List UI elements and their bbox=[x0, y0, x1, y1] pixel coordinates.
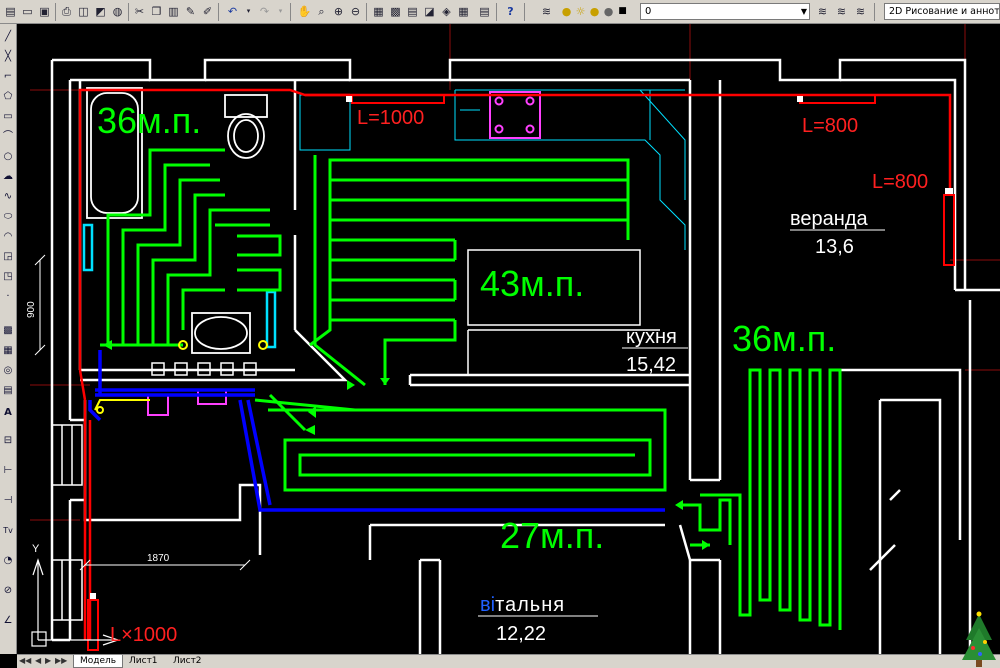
zoom-previous-icon[interactable]: ⊖ bbox=[347, 3, 364, 20]
zoom-realtime-icon[interactable]: ⌕ bbox=[313, 3, 330, 20]
layer-dropdown[interactable]: 0 ▼ bbox=[640, 3, 810, 20]
dimension-1870: 1870 bbox=[147, 553, 170, 564]
tab-first-icon[interactable]: ◀◀ bbox=[19, 655, 31, 667]
design-center-icon[interactable]: ▩ bbox=[387, 3, 404, 20]
region-tool-icon[interactable]: ◎ bbox=[1, 364, 15, 378]
calculator-icon[interactable]: ▤ bbox=[476, 3, 493, 20]
chevron-down-icon: ▼ bbox=[800, 7, 807, 16]
help-icon[interactable]: ? bbox=[502, 3, 519, 20]
block-editor-icon[interactable]: ✐ bbox=[199, 3, 216, 20]
radiator-label-veranda-top: L=800 bbox=[802, 115, 858, 137]
radiator-label-hall: L×1000 bbox=[110, 624, 177, 646]
match-properties-icon[interactable]: ✎ bbox=[182, 3, 199, 20]
print-preview-icon[interactable]: ◫ bbox=[75, 3, 92, 20]
rectangle-tool-icon[interactable]: ▭ bbox=[1, 110, 15, 124]
tab-next-icon[interactable]: ▶ bbox=[45, 655, 51, 667]
draw-toolbar: ╱ ╳ ⌐ ⬠ ▭ ⌒ ○ ☁ ∿ ⬭ ◠ ◲ ◳ · ▩ ▦ ◎ ▤ A ⊟ … bbox=[0, 24, 17, 654]
undo-dropdown-icon[interactable]: ▾ bbox=[240, 3, 257, 20]
cut-icon[interactable]: ✂ bbox=[131, 3, 148, 20]
xline-tool-icon[interactable]: ╳ bbox=[1, 50, 15, 64]
print-icon[interactable]: ⎙ bbox=[58, 3, 75, 20]
tab-sheet2[interactable]: Лист2 bbox=[167, 655, 208, 667]
arc-tool-icon[interactable]: ⌒ bbox=[1, 130, 15, 144]
room-name-living-rest: тальня bbox=[495, 594, 565, 616]
copy-icon[interactable]: ❐ bbox=[148, 3, 165, 20]
layer-dropdown-value: 0 bbox=[645, 6, 652, 17]
polyline-tool-icon[interactable]: ⌐ bbox=[1, 70, 15, 84]
redo-icon[interactable]: ↷ bbox=[256, 3, 273, 20]
3d-publish-icon[interactable]: ◍ bbox=[109, 3, 126, 20]
quickcalc-icon[interactable]: ▦ bbox=[455, 3, 472, 20]
mtext-tool-icon[interactable]: A bbox=[1, 406, 15, 420]
new-file-icon[interactable]: ▤ bbox=[2, 3, 19, 20]
gradient-tool-icon[interactable]: ▦ bbox=[1, 344, 15, 358]
line-tool-icon[interactable]: ╱ bbox=[1, 30, 15, 44]
zoom-window-icon[interactable]: ⊕ bbox=[330, 3, 347, 20]
redo-dropdown-icon[interactable]: ▾ bbox=[272, 3, 289, 20]
publish-icon[interactable]: ◩ bbox=[92, 3, 109, 20]
table-tool-icon[interactable]: ▤ bbox=[1, 384, 15, 398]
workspace-dropdown[interactable]: 2D Рисование и аннотации bbox=[884, 3, 1000, 20]
paste-icon[interactable]: ▥ bbox=[165, 3, 182, 20]
layer-manager-icon[interactable]: ≋ bbox=[538, 3, 555, 20]
workspace-value: 2D Рисование и аннотации bbox=[889, 6, 1000, 17]
text-style-icon[interactable]: Tv bbox=[1, 524, 15, 538]
make-block-icon[interactable]: ◳ bbox=[1, 270, 15, 284]
tab-prev-icon[interactable]: ◀ bbox=[35, 655, 41, 667]
insert-block-icon[interactable]: ◲ bbox=[1, 250, 15, 264]
dim-diameter-icon[interactable]: ⊘ bbox=[1, 584, 15, 598]
room-name-veranda: веранда bbox=[790, 208, 868, 230]
loop-label-corridor: 27м.п. bbox=[500, 515, 604, 556]
layer-previous-icon[interactable]: ≋ bbox=[833, 3, 850, 20]
layer-color-icon: ■ bbox=[618, 6, 627, 16]
undo-icon[interactable]: ↶ bbox=[224, 3, 241, 20]
spline-tool-icon[interactable]: ∿ bbox=[1, 190, 15, 204]
loop-label-kitchen: 43м.п. bbox=[480, 263, 584, 304]
standard-toolbar: ▤ ▭ ▣ ⎙ ◫ ◩ ◍ ✂ ❐ ▥ ✎ ✐ ↶ ▾ ↷ ▾ ✋ ⌕ ⊕ ⊖ … bbox=[0, 0, 1000, 24]
room-name-kitchen: кухня bbox=[626, 326, 677, 348]
radiator-label-kitchen: L=1000 bbox=[357, 107, 424, 129]
tab-model[interactable]: Модель bbox=[73, 655, 124, 668]
markup-icon[interactable]: ◈ bbox=[438, 3, 455, 20]
room-area-living: 12,22 bbox=[496, 623, 546, 645]
ellipse-tool-icon[interactable]: ⬭ bbox=[1, 210, 15, 224]
revcloud-tool-icon[interactable]: ☁ bbox=[1, 170, 15, 184]
open-file-icon[interactable]: ▭ bbox=[19, 3, 36, 20]
room-name-living-prefix: ві bbox=[480, 594, 495, 616]
properties-icon[interactable]: ▦ bbox=[370, 3, 387, 20]
save-icon[interactable]: ▣ bbox=[36, 3, 53, 20]
loop-label-veranda: 36м.п. bbox=[732, 318, 836, 359]
room-area-kitchen: 15,42 bbox=[626, 354, 676, 376]
layer-states-icon[interactable]: ≋ bbox=[852, 3, 869, 20]
dim-aligned-icon[interactable]: ⊣ bbox=[1, 494, 15, 508]
ellipse-arc-tool-icon[interactable]: ◠ bbox=[1, 230, 15, 244]
dim-radius-icon[interactable]: ◔ bbox=[1, 554, 15, 568]
radiator-label-veranda-side: L=800 bbox=[872, 171, 928, 193]
dim-angular-icon[interactable]: ∠ bbox=[1, 614, 15, 628]
tab-last-icon[interactable]: ▶▶ bbox=[55, 655, 67, 667]
sheet-set-icon[interactable]: ◪ bbox=[421, 3, 438, 20]
tab-sheet1[interactable]: Лист1 bbox=[123, 655, 164, 667]
polygon-tool-icon[interactable]: ⬠ bbox=[1, 90, 15, 104]
tree-icon bbox=[962, 611, 996, 667]
dim-tool-icon[interactable]: ⊟ bbox=[1, 434, 15, 448]
tool-palettes-icon[interactable]: ▤ bbox=[404, 3, 421, 20]
hatch-tool-icon[interactable]: ▩ bbox=[1, 324, 15, 338]
layout-tabs: ◀◀ ◀ ▶ ▶▶ Модель Лист1 Лист2 bbox=[17, 654, 1000, 668]
dim-linear-icon[interactable]: ⊢ bbox=[1, 464, 15, 478]
make-object-layer-current-icon[interactable]: ≋ bbox=[814, 3, 831, 20]
loop-label-bathroom: 36м.п. bbox=[97, 100, 201, 141]
pan-icon[interactable]: ✋ bbox=[296, 3, 313, 20]
dimension-900: 900 bbox=[26, 301, 37, 318]
room-name-living: вітальня bbox=[480, 594, 565, 616]
ucs-y-label: Y bbox=[32, 543, 40, 555]
drawing-canvas[interactable]: 36м.п. 43м.п. 36м.п. 27м.п. L=1000 L=800… bbox=[17, 24, 1000, 654]
room-area-veranda: 13,6 bbox=[815, 236, 854, 258]
point-tool-icon[interactable]: · bbox=[1, 290, 15, 304]
circle-tool-icon[interactable]: ○ bbox=[1, 150, 15, 164]
